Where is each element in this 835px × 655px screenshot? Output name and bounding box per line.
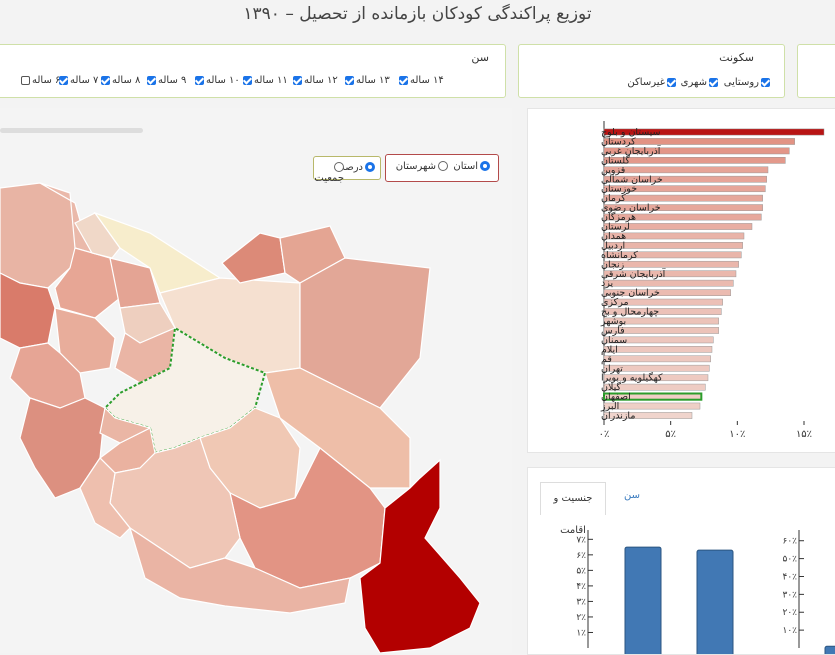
bar-24[interactable] bbox=[603, 355, 711, 363]
left-chart-y-tick-label-5: ۶٪ bbox=[576, 551, 586, 561]
checkbox-age-7[interactable]: ۷ ساله bbox=[57, 75, 98, 86]
bar-16[interactable] bbox=[603, 279, 734, 287]
left-chart-y-tick-label-4: ۵٪ bbox=[576, 566, 586, 576]
province-bar-chart: سیستان و بلوچکردستانآذربایجان غربیگلستان… bbox=[599, 121, 825, 440]
x-tick-label-0: ۰٪ bbox=[599, 429, 610, 440]
residence-filter-title: سکونت bbox=[719, 51, 754, 64]
checkbox-age-box[interactable] bbox=[59, 76, 68, 85]
checkbox-age-label: ۱۰ ساله bbox=[206, 75, 240, 86]
left-chart-bar-0[interactable] bbox=[624, 546, 662, 654]
radio-population[interactable]: جمعیت bbox=[314, 162, 344, 184]
lower-chart-panel: جنسیت و اقامت سن ۱٪ ۲٪ ۳٪ ۴٪ ۵٪ ۶٪ ۷٪ ۱۰٪ ۲۰٪ ۳۰٪… bbox=[527, 467, 835, 655]
left-chart-y-tick-label-6: ۷٪ bbox=[576, 535, 586, 545]
radio-province-label: استان bbox=[453, 161, 478, 172]
right-chart-y-tick-label-0: ۱۰٪ bbox=[782, 626, 797, 636]
checkbox-age-6[interactable]: ۶ ساله bbox=[19, 75, 60, 86]
bar-23[interactable] bbox=[603, 346, 713, 353]
checkbox-age-box[interactable] bbox=[195, 76, 204, 85]
province-bar-chart-panel: سیستان و بلوچ کردستان آذربایجان غربی گلستان… bbox=[527, 108, 835, 453]
radio-percent-dot[interactable] bbox=[365, 162, 375, 172]
radio-percent[interactable]: درصد bbox=[340, 162, 375, 173]
checkbox-age-8[interactable]: ۸ ساله bbox=[99, 75, 140, 86]
checkbox-age-13[interactable]: ۱۳ ساله bbox=[343, 75, 390, 86]
checkbox-nonresident-box[interactable] bbox=[667, 78, 676, 87]
bar-3[interactable] bbox=[603, 157, 786, 164]
bar-label-30: مازندران bbox=[601, 411, 635, 422]
x-tick-label-1: ۵٪ bbox=[665, 429, 676, 440]
right-chart-y-tick-label-1: ۲۰٪ bbox=[782, 608, 797, 618]
checkbox-age-box[interactable] bbox=[21, 76, 30, 85]
left-chart-bar-1[interactable] bbox=[696, 549, 734, 654]
left-chart-y-tick-label-3: ۴٪ bbox=[576, 582, 586, 592]
x-tick-label-3: ۱۵٪ bbox=[796, 429, 812, 440]
radio-county[interactable]: شهرستان bbox=[396, 161, 448, 172]
checkbox-age-box[interactable] bbox=[293, 76, 302, 85]
checkbox-age-14[interactable]: ۱۴ ساله bbox=[397, 75, 444, 86]
checkbox-rural-label: روستایی bbox=[723, 77, 759, 88]
residence-filter-panel: سکونت روستایی شهری غیرساکن bbox=[518, 44, 785, 98]
radio-province-dot[interactable] bbox=[480, 161, 490, 171]
radio-province[interactable]: استان bbox=[453, 161, 490, 172]
left-chart-y-tick-label-0: ۱٪ bbox=[576, 628, 586, 638]
checkbox-urban[interactable]: شهری bbox=[681, 77, 718, 88]
checkbox-age-label: ۱۴ ساله bbox=[410, 75, 444, 86]
iran-choropleth-map[interactable] bbox=[0, 108, 512, 653]
right-chart-y-tick-label-2: ۳۰٪ bbox=[782, 590, 797, 600]
checkbox-age-11[interactable]: ۱۱ ساله bbox=[241, 75, 288, 86]
checkbox-age-9[interactable]: ۹ ساله bbox=[145, 75, 186, 86]
checkbox-age-box[interactable] bbox=[243, 76, 252, 85]
checkbox-age-label: ۱۳ ساله bbox=[356, 75, 390, 86]
level-toggle: استان شهرستان bbox=[385, 154, 499, 182]
bar-4[interactable] bbox=[603, 166, 769, 174]
checkbox-nonresident[interactable]: غیرساکن bbox=[627, 77, 676, 88]
left-chart-y-tick-label-2: ۳٪ bbox=[576, 597, 586, 607]
checkbox-age-10[interactable]: ۱۰ ساله bbox=[193, 75, 240, 86]
age-filter-title: سن bbox=[471, 51, 489, 64]
checkbox-age-label: ۷ ساله bbox=[70, 75, 99, 86]
right-chart-y-tick-label-4: ۵۰٪ bbox=[782, 555, 797, 565]
checkbox-age-box[interactable] bbox=[345, 76, 354, 85]
bar-7[interactable] bbox=[603, 194, 763, 202]
checkbox-age-box[interactable] bbox=[101, 76, 110, 85]
radio-county-label: شهرستان bbox=[395, 161, 436, 172]
checkbox-rural[interactable]: روستایی bbox=[724, 77, 770, 88]
checkbox-urban-label: شهری bbox=[680, 77, 707, 88]
checkbox-age-label: ۱۲ ساله bbox=[304, 75, 338, 86]
checkbox-age-label: ۹ ساله bbox=[158, 75, 187, 86]
radio-population-label: جمعیت bbox=[314, 173, 344, 184]
radio-county-dot[interactable] bbox=[438, 161, 448, 171]
right-chart-y-tick-label-5: ۶۰٪ bbox=[782, 537, 797, 547]
checkbox-age-box[interactable] bbox=[147, 76, 156, 85]
measure-toggle: درصد جمعیت bbox=[313, 156, 381, 184]
age-filter-panel: سن ۶ ساله ۷ ساله ۸ ساله ۹ ساله ۱۰ ساله ۱۱ سال… bbox=[0, 44, 506, 98]
map-area: استان شهرستان درصد جمعیت bbox=[0, 108, 512, 653]
checkbox-age-label: ۸ ساله bbox=[112, 75, 141, 86]
page-title: توزیع پراکندگی کودکان بازمانده از تحصیل … bbox=[243, 4, 592, 24]
checkbox-age-box[interactable] bbox=[399, 76, 408, 85]
right-chart-y-tick-label-3: ۴۰٪ bbox=[782, 572, 797, 582]
x-tick-label-2: ۱۰٪ bbox=[729, 429, 745, 440]
checkbox-nonresident-label: غیرساکن bbox=[627, 77, 665, 88]
checkbox-urban-box[interactable] bbox=[709, 78, 718, 87]
left-chart-y-tick-label-1: ۲٪ bbox=[576, 613, 586, 623]
radio-population-dot[interactable] bbox=[334, 162, 344, 172]
lower-bar-charts: ۱٪ ۲٪ ۳٪ ۴٪ ۵٪ ۶٪ ۷٪ ۱۰٪ ۲۰٪ ۳۰٪ ۴۰٪ ۵۰٪ ۶۰٪ bbox=[576, 530, 835, 654]
extra-filter-panel bbox=[797, 44, 835, 98]
checkbox-age-label: ۱۱ ساله bbox=[254, 75, 288, 86]
map-region-golestan bbox=[221, 232, 286, 284]
checkbox-age-12[interactable]: ۱۲ ساله bbox=[291, 75, 338, 86]
checkbox-rural-box[interactable] bbox=[761, 78, 770, 87]
